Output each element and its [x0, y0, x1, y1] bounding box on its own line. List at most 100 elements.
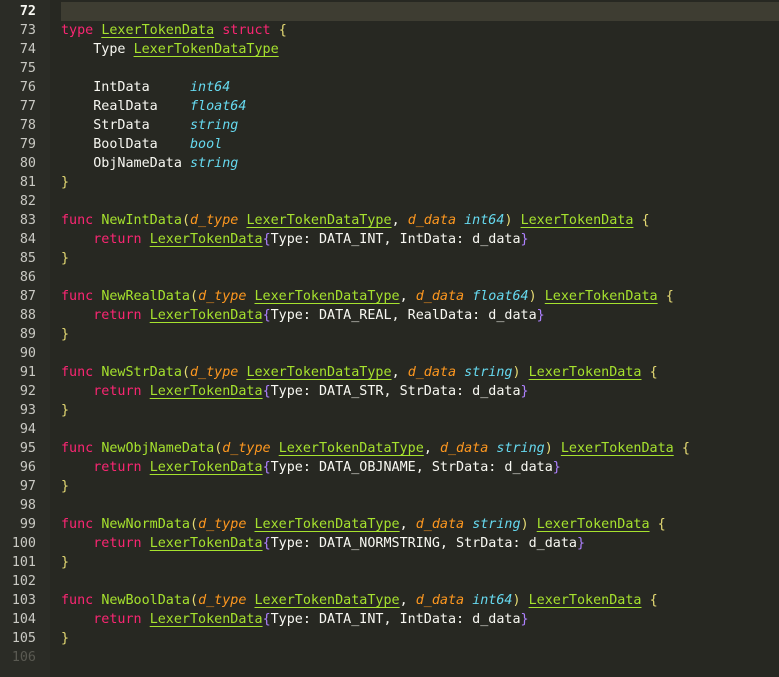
code-text[interactable]: } [61, 477, 779, 496]
code-line[interactable]: 91 func NewStrData(d_type LexerTokenDataT… [0, 363, 779, 382]
code-line[interactable]: 93} [0, 401, 779, 420]
code-token: string [190, 118, 239, 133]
code-line[interactable]: 81} [0, 173, 779, 192]
code-text[interactable]: return LexerTokenData{Type: DATA_STR, St… [61, 382, 779, 401]
code-text[interactable]: type LexerTokenData struct { [61, 21, 779, 40]
code-line[interactable]: 105} [0, 629, 779, 648]
code-text[interactable]: BoolData bool [61, 135, 779, 154]
code-line[interactable]: 89} [0, 325, 779, 344]
code-text[interactable]: func NewNormData(d_type LexerTokenDataTy… [61, 515, 779, 534]
code-token: LexerTokenDataType [254, 289, 400, 304]
code-text[interactable] [61, 496, 779, 515]
code-line[interactable]: 102 [0, 572, 779, 591]
code-token: Type: DATA_INT, IntData: d_data [270, 232, 521, 247]
code-line[interactable]: 98 [0, 496, 779, 515]
code-line[interactable]: 85} [0, 249, 779, 268]
code-text[interactable]: return LexerTokenData{Type: DATA_INT, In… [61, 230, 779, 249]
code-token: } [520, 232, 529, 247]
code-line[interactable]: 88 return LexerTokenData{Type: DATA_REAL… [0, 306, 779, 325]
code-text[interactable] [61, 648, 779, 667]
code-text[interactable]: } [61, 173, 779, 192]
code-text[interactable]: ObjNameData string [61, 154, 779, 173]
code-token: struct [222, 23, 271, 38]
code-text[interactable]: return LexerTokenData{Type: DATA_NORMSTR… [61, 534, 779, 553]
code-text[interactable]: return LexerTokenData{Type: DATA_INT, In… [61, 610, 779, 629]
code-text[interactable]: StrData string [61, 116, 779, 135]
code-line[interactable]: 92 return LexerTokenData{Type: DATA_STR,… [0, 382, 779, 401]
line-number: 84 [19, 232, 36, 247]
code-editor[interactable]: 72 73 type LexerTokenData struct {74 Type … [0, 0, 779, 677]
code-line[interactable]: 96 return LexerTokenData{Type: DATA_OBJN… [0, 458, 779, 477]
code-text[interactable] [61, 268, 779, 287]
code-line[interactable]: 80 ObjNameData string [0, 154, 779, 173]
code-text[interactable]: func NewStrData(d_type LexerTokenDataTyp… [61, 363, 779, 382]
code-token: string [190, 156, 239, 171]
code-line[interactable]: 97} [0, 477, 779, 496]
code-text[interactable]: } [61, 401, 779, 420]
code-text[interactable]: } [61, 325, 779, 344]
code-line[interactable]: 83 func NewIntData(d_type LexerTokenDataT… [0, 211, 779, 230]
code-text[interactable]: return LexerTokenData{Type: DATA_REAL, R… [61, 306, 779, 325]
code-text[interactable]: } [61, 249, 779, 268]
code-token: , [423, 441, 440, 456]
code-text[interactable]: Type LexerTokenDataType [61, 40, 779, 59]
code-token: ObjNameData [61, 156, 190, 171]
code-token: { [262, 384, 271, 399]
code-text[interactable]: func NewIntData(d_type LexerTokenDataTyp… [61, 211, 779, 230]
code-token: { [641, 213, 650, 228]
code-line[interactable]: 90 [0, 344, 779, 363]
code-text[interactable] [61, 420, 779, 439]
code-line[interactable]: 82 [0, 192, 779, 211]
code-token: LexerTokenData [149, 536, 263, 551]
code-text[interactable] [61, 344, 779, 363]
code-text[interactable] [61, 192, 779, 211]
line-number: 73 [19, 23, 36, 38]
code-line[interactable]: 78 StrData string [0, 116, 779, 135]
code-text[interactable]: RealData float64 [61, 97, 779, 116]
code-token: } [61, 327, 70, 342]
code-token: func [61, 593, 94, 608]
code-text[interactable]: } [61, 553, 779, 572]
code-text[interactable] [61, 572, 779, 591]
code-line[interactable]: 74 Type LexerTokenDataType [0, 40, 779, 59]
code-text[interactable] [61, 59, 779, 78]
code-line[interactable]: 84 return LexerTokenData{Type: DATA_INT,… [0, 230, 779, 249]
code-line[interactable]: 79 BoolData bool [0, 135, 779, 154]
code-line[interactable]: 87 func NewRealData(d_type LexerTokenData… [0, 287, 779, 306]
line-number: 97 [19, 479, 36, 494]
code-token: ) [520, 517, 529, 532]
code-line[interactable]: 86 [0, 268, 779, 287]
code-text[interactable] [61, 2, 779, 21]
code-line[interactable]: 101} [0, 553, 779, 572]
code-line[interactable]: 99 func NewNormData(d_type LexerTokenData… [0, 515, 779, 534]
code-line[interactable]: 103 func NewBoolData(d_type LexerTokenDat… [0, 591, 779, 610]
code-text[interactable]: return LexerTokenData{Type: DATA_OBJNAME… [61, 458, 779, 477]
code-line[interactable]: 73 type LexerTokenData struct { [0, 21, 779, 40]
code-text[interactable]: } [61, 629, 779, 648]
code-token: func [61, 213, 94, 228]
code-line[interactable]: 72 [0, 2, 779, 21]
code-line[interactable]: 77 RealData float64 [0, 97, 779, 116]
code-token: ) [504, 213, 513, 228]
code-text[interactable]: IntData int64 [61, 78, 779, 97]
code-line[interactable]: 106 [0, 648, 779, 667]
code-line[interactable]: 104 return LexerTokenData{Type: DATA_INT… [0, 610, 779, 629]
code-line[interactable]: 100 return LexerTokenData{Type: DATA_NOR… [0, 534, 779, 553]
code-text[interactable]: func NewObjNameData(d_type LexerTokenDat… [61, 439, 779, 458]
code-token: LexerTokenDataType [254, 517, 400, 532]
code-token: float64 [190, 99, 247, 114]
code-token: func [61, 365, 94, 380]
line-number: 94 [19, 422, 36, 437]
code-line[interactable]: 94 [0, 420, 779, 439]
code-line[interactable]: 76 IntData int64 [0, 78, 779, 97]
code-line[interactable]: 75 [0, 59, 779, 78]
code-text[interactable]: func NewBoolData(d_type LexerTokenDataTy… [61, 591, 779, 610]
line-number: 103 [11, 593, 36, 608]
code-line[interactable]: 95 func NewObjNameData(d_type LexerTokenD… [0, 439, 779, 458]
code-text[interactable]: func NewRealData(d_type LexerTokenDataTy… [61, 287, 779, 306]
